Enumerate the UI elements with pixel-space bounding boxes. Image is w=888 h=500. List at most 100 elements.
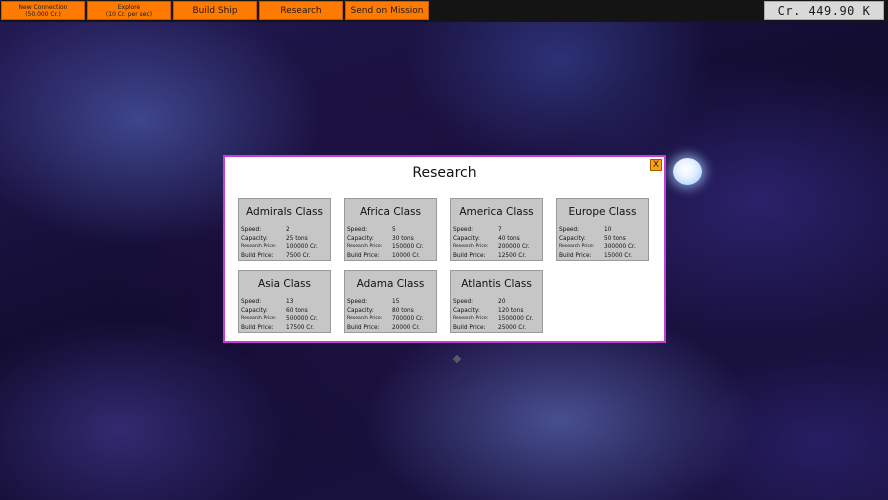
stat-row-capacity: Capacity: 25 tons	[241, 235, 328, 244]
ship-card[interactable]: Adama Class Speed: 15 Capacity: 80 tons Resea…	[344, 270, 437, 333]
stat-row-speed: Speed: 2	[241, 226, 328, 235]
ship-name: Atlantis Class	[461, 278, 532, 290]
top-bar: New Connection (50.000 Cr.) Explore (10 …	[0, 0, 888, 22]
stat-value: 10	[604, 227, 612, 233]
stat-label: Build Price:	[241, 324, 274, 331]
stat-value: 7	[498, 227, 502, 233]
stat-value: 80 tons	[392, 307, 414, 314]
stat-value: 700000 Cr.	[392, 316, 424, 322]
stat-row-speed: Speed: 7	[453, 226, 540, 235]
ship-card[interactable]: Atlantis Class Speed: 20 Capacity: 120 tons R…	[450, 270, 543, 333]
stat-row-speed: Speed: 20	[453, 298, 540, 307]
stat-value: 200000 Cr.	[498, 244, 530, 250]
stat-label: Capacity:	[241, 235, 268, 242]
stat-label: Speed:	[453, 299, 474, 305]
ship-card[interactable]: Admirals Class Speed: 2 Capacity: 25 tons Res…	[238, 198, 331, 261]
stat-value: 10000 Cr.	[392, 252, 421, 259]
stat-label: Build Price:	[559, 252, 592, 259]
stat-row-research-price: Research Price: 100000 Cr.	[241, 243, 328, 252]
stat-value: 50 tons	[604, 235, 626, 242]
stat-row-build-price: Build Price: 20000 Cr.	[347, 324, 434, 333]
stat-row-speed: Speed: 15	[347, 298, 434, 307]
stat-label: Build Price:	[347, 324, 380, 331]
stat-value: 60 tons	[286, 307, 308, 314]
stat-value: 300000 Cr.	[604, 244, 636, 250]
stat-row-research-price: Research Price: 1500000 Cr.	[453, 315, 540, 324]
ship-stats: Speed: 2 Capacity: 25 tons Research Price: 10…	[241, 226, 328, 260]
send-on-mission-button[interactable]: Send on Mission	[345, 1, 429, 20]
ship-stats: Speed: 5 Capacity: 30 tons Research Price: 15…	[347, 226, 434, 260]
stat-value: 12500 Cr.	[498, 252, 527, 259]
stat-row-capacity: Capacity: 80 tons	[347, 307, 434, 316]
stat-label: Build Price:	[241, 252, 274, 259]
stat-row-build-price: Build Price: 17500 Cr.	[241, 324, 328, 333]
stat-label: Build Price:	[453, 252, 486, 259]
stat-row-capacity: Capacity: 120 tons	[453, 307, 540, 316]
stat-label: Research Price:	[241, 244, 277, 249]
stat-value: 1500000 Cr.	[498, 316, 534, 322]
stat-label: Speed:	[559, 227, 580, 233]
stat-label: Capacity:	[559, 235, 586, 242]
stat-label: Research Price:	[347, 244, 383, 249]
ship-card[interactable]: Europe Class Speed: 10 Capacity: 50 tons Rese…	[556, 198, 649, 261]
explore-button[interactable]: Explore (10 Cr. per sec)	[87, 1, 171, 20]
stat-row-speed: Speed: 10	[559, 226, 646, 235]
stat-value: 30 tons	[392, 235, 414, 242]
new-connection-cost: (50.000 Cr.)	[25, 10, 61, 18]
stat-value: 2	[286, 227, 290, 233]
ship-name: Asia Class	[258, 278, 311, 290]
explore-rate: (10 Cr. per sec)	[105, 10, 153, 18]
ship-name: Admirals Class	[246, 206, 323, 218]
ship-name: Europe Class	[568, 206, 637, 218]
stat-row-speed: Speed: 13	[241, 298, 328, 307]
stat-label: Build Price:	[347, 252, 380, 259]
close-button[interactable]: X	[650, 159, 662, 171]
build-ship-button[interactable]: Build Ship	[173, 1, 257, 20]
stat-value: 25000 Cr.	[498, 324, 527, 331]
stat-label: Capacity:	[347, 307, 374, 314]
planet[interactable]	[673, 158, 702, 185]
stat-value: 15	[392, 299, 400, 305]
stat-value: 25 tons	[286, 235, 308, 242]
stat-label: Speed:	[241, 299, 262, 305]
build-ship-label: Build Ship	[192, 5, 238, 16]
stat-label: Speed:	[347, 227, 368, 233]
stat-label: Research Price:	[559, 244, 595, 249]
stat-label: Research Price:	[453, 244, 489, 249]
stat-value: 150000 Cr.	[392, 244, 424, 250]
stat-row-research-price: Research Price: 700000 Cr.	[347, 315, 434, 324]
research-label: Research	[280, 5, 322, 16]
stat-row-research-price: Research Price: 150000 Cr.	[347, 243, 434, 252]
stat-value: 20	[498, 299, 506, 305]
ship-stats: Speed: 13 Capacity: 60 tons Research Price: 5…	[241, 298, 328, 332]
stat-label: Capacity:	[241, 307, 268, 314]
stat-value: 5	[392, 227, 396, 233]
research-button[interactable]: Research	[259, 1, 343, 20]
stat-value: 120 tons	[498, 307, 524, 314]
stat-value: 20000 Cr.	[392, 324, 421, 331]
stat-value: 17500 Cr.	[286, 324, 315, 331]
ship-card[interactable]: America Class Speed: 7 Capacity: 40 tons Rese…	[450, 198, 543, 261]
stat-label: Research Price:	[453, 316, 489, 321]
ship-stats: Speed: 15 Capacity: 80 tons Research Price: 7…	[347, 298, 434, 332]
ship-name: Africa Class	[360, 206, 421, 218]
ship-name: America Class	[459, 206, 534, 218]
stat-label: Speed:	[347, 299, 368, 305]
stat-row-capacity: Capacity: 30 tons	[347, 235, 434, 244]
stat-row-research-price: Research Price: 500000 Cr.	[241, 315, 328, 324]
stat-row-build-price: Build Price: 15000 Cr.	[559, 252, 646, 261]
stat-value: 15000 Cr.	[604, 252, 633, 259]
ship-card[interactable]: Asia Class Speed: 13 Capacity: 60 tons Resear…	[238, 270, 331, 333]
stat-label: Capacity:	[453, 307, 480, 314]
ship-card[interactable]: Africa Class Speed: 5 Capacity: 30 tons Resea…	[344, 198, 437, 261]
stat-row-build-price: Build Price: 10000 Cr.	[347, 252, 434, 261]
ship-stats: Speed: 10 Capacity: 50 tons Research Price: 3…	[559, 226, 646, 260]
stat-value: 500000 Cr.	[286, 316, 318, 322]
ship-stats: Speed: 20 Capacity: 120 tons Research Price:…	[453, 298, 540, 332]
dialog-title: Research	[412, 165, 477, 181]
send-on-mission-label: Send on Mission	[350, 5, 424, 16]
new-connection-button[interactable]: New Connection (50.000 Cr.)	[1, 1, 85, 20]
explore-label: Explore	[117, 3, 141, 11]
stat-row-speed: Speed: 5	[347, 226, 434, 235]
stat-row-build-price: Build Price: 7500 Cr.	[241, 252, 328, 261]
